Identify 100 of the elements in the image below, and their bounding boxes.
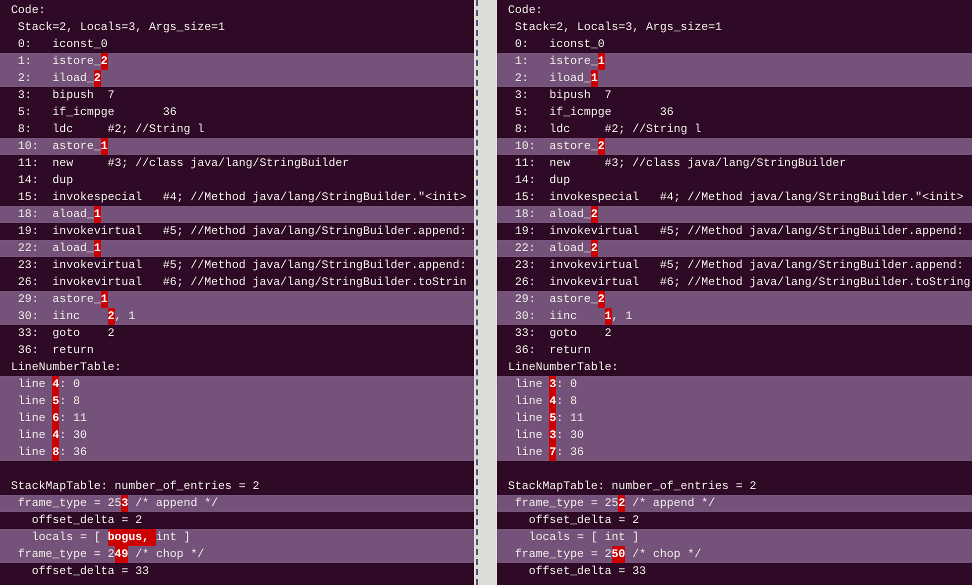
code-text: 2: iload_	[514, 72, 591, 85]
code-text: 11: new #3; //class java/lang/StringBuilder	[16, 157, 350, 170]
code-text: line	[16, 446, 47, 459]
diff-highlight: 1	[94, 206, 101, 223]
code-text: 18: aload_	[16, 208, 94, 221]
diff-highlight: 50	[612, 546, 626, 563]
code-text: offset_delta = 2	[528, 514, 640, 527]
code-text: LineNumberTable:	[11, 361, 122, 374]
code-text: 8: ldc #2; //String l	[514, 123, 702, 136]
code-text: 0: iconst_0	[514, 38, 605, 51]
code-text: 14: dup	[16, 174, 74, 187]
diff-highlight: 6	[52, 410, 60, 427]
code-text: 5: if_icmpge 36	[514, 106, 674, 119]
diff-highlight: 3	[549, 427, 556, 444]
code-text: : 30	[59, 429, 87, 442]
code-text: /* append */	[134, 497, 218, 510]
code-text: : 8	[59, 395, 80, 408]
code-text: : 36	[556, 446, 584, 459]
code-text: 10: astore_	[514, 140, 598, 153]
code-text: 22: aload_	[16, 242, 94, 255]
code-text: line	[514, 395, 544, 408]
diff-highlight: 1	[100, 138, 108, 155]
code-text: frame_type = 2	[514, 548, 612, 561]
code-text: 22: aload_	[514, 242, 591, 255]
code-text: 19: invokevirtual #5; //Method java/lang/StringBuilder.append:	[514, 225, 964, 238]
code-text: 18: aload_	[514, 208, 591, 221]
diff-highlight: 1	[598, 53, 605, 70]
code-text: frame_type = 25	[16, 497, 122, 510]
diff-highlight: 1	[94, 240, 101, 257]
code-text: 26: invokevirtual #6; //Method java/lang/StringBuilder.toString	[514, 276, 970, 289]
code-text: 23: invokevirtual #5; //Method java/lang/StringBuilder.append:	[514, 259, 964, 272]
diff-highlight: 5	[549, 410, 556, 427]
diff-highlight: 2	[108, 308, 115, 325]
code-text: 15: invokespecial #4; //Method java/lang/StringBuilder."<init>	[16, 191, 466, 204]
code-text: 14: dup	[514, 174, 570, 187]
code-text: Stack=2, Locals=3, Args_size=1	[16, 21, 225, 34]
diff-highlight: 4	[52, 376, 60, 393]
code-text: 26: invokevirtual #6; //Method java/lang/StringBuilder.toStrin	[16, 276, 466, 289]
diff-highlight: 7	[549, 444, 556, 461]
code-text: 33: goto 2	[16, 327, 115, 340]
code-text: 5: if_icmpge 36	[16, 106, 177, 119]
diff-highlight: 2	[94, 70, 101, 87]
code-text: line	[514, 412, 544, 425]
code-text: line	[16, 395, 47, 408]
code-text: LineNumberTable:	[508, 361, 618, 374]
code-text: 1: istore_	[16, 55, 101, 68]
code-text: , 1	[114, 310, 136, 323]
code-text: /* chop */	[134, 548, 204, 561]
code-text: line	[16, 378, 47, 391]
diff-highlight: 2	[100, 53, 108, 70]
code-text: line	[514, 429, 544, 442]
code-text: 29: astore_	[16, 293, 101, 306]
code-text: StackMapTable: number_of_entries = 2	[11, 480, 260, 493]
diff-highlight: 1	[590, 70, 598, 87]
code-text: : 0	[59, 378, 80, 391]
code-text: : 0	[556, 378, 578, 391]
code-text: 1: istore_	[514, 55, 598, 68]
diff-highlight: 4	[52, 427, 60, 444]
code-text: 3: bipush 7	[16, 89, 115, 102]
diff-highlight: 2	[598, 138, 605, 155]
code-text: offset_delta = 2	[30, 514, 142, 527]
code-text: 15: invokespecial #4; //Method java/lang/StringBuilder."<init>	[514, 191, 964, 204]
code-text: 36: return	[16, 344, 94, 357]
code-text: /* append */	[631, 497, 716, 510]
code-text: offset_delta = 33	[30, 565, 150, 578]
diff-highlight: 49	[114, 546, 128, 563]
code-text: line	[514, 378, 544, 391]
diff-highlight: 1	[100, 291, 108, 308]
code-text: 36: return	[514, 344, 591, 357]
code-text: : 30	[556, 429, 584, 442]
diff-highlight: 2	[590, 206, 598, 223]
code-text: , 1	[612, 310, 632, 323]
code-text: 10: astore_	[16, 140, 101, 153]
code-text: frame_type = 2	[16, 548, 115, 561]
diff-highlight: 8	[52, 444, 60, 461]
diff-highlight: 1	[604, 308, 612, 325]
code-text: frame_type = 25	[514, 497, 618, 510]
code-text: /* chop */	[631, 548, 702, 561]
code-text: 29: astore_	[514, 293, 598, 306]
code-text: 0: iconst_0	[16, 38, 108, 51]
diff-highlight: 2	[618, 495, 626, 512]
code-text: StackMapTable: number_of_entries = 2	[508, 480, 756, 493]
code-text: 8: ldc #2; //String l	[16, 123, 204, 136]
code-text: 19: invokevirtual #5; //Method java/lang/StringBuilder.append:	[16, 225, 466, 238]
code-text: line	[16, 429, 47, 442]
diff-highlight: 2	[590, 240, 598, 257]
code-text: 33: goto 2	[514, 327, 612, 340]
code-text: 11: new #3; //class java/lang/StringBuilder	[514, 157, 846, 170]
code-text: Stack=2, Locals=3, Args_size=1	[514, 21, 722, 34]
code-text: 3: bipush 7	[514, 89, 612, 102]
code-text: 2: iload_	[16, 72, 94, 85]
diff-highlight: 4	[549, 393, 556, 410]
diff-highlight: bogus,	[108, 529, 156, 546]
code-text: : 11	[59, 412, 87, 425]
code-text: line	[16, 412, 47, 425]
code-text: Code:	[11, 4, 46, 17]
code-text: 23: invokevirtual #5; //Method java/lang/StringBuilder.append:	[16, 259, 466, 272]
code-text: offset_delta = 33	[528, 565, 646, 578]
diff-highlight: 2	[598, 291, 605, 308]
code-text: : 11	[556, 412, 584, 425]
